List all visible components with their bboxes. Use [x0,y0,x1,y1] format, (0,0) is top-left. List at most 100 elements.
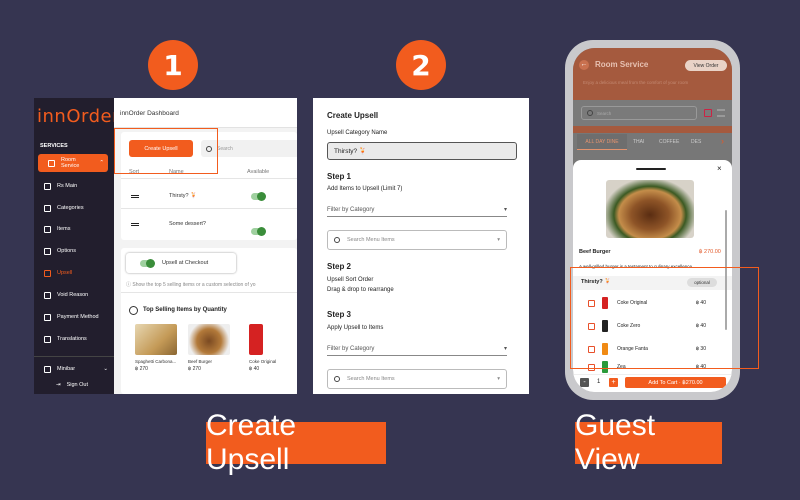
chevron-down-icon: ▾ [503,346,507,352]
translate-icon [44,335,51,343]
sidebar-item-items[interactable]: Items [34,220,114,238]
page-title: innOrder Dashboard [114,98,297,128]
search-placeholder: Search Menu Items [347,376,395,382]
form-title: Create Upsell [327,111,379,120]
step-1-heading: Step 1 [327,172,352,181]
increase-quantity-button[interactable]: + [609,378,618,387]
options-icon [44,247,51,255]
tab-thai[interactable]: THAI [633,139,644,145]
item-price: ฿ 40 [249,366,260,372]
spaghetti-image [135,324,177,355]
chevron-down-icon: ▾ [497,237,500,243]
checkout-upsell-card: Upsell at Checkout ⓘ Show the top 5 sell… [121,248,297,394]
logo: innOrder [37,106,120,127]
search-menu-items-input[interactable]: Search Menu Items ▾ [327,230,507,250]
sidebar-item-label: Rs Main [57,183,78,189]
search-icon [334,237,340,243]
sidebar-item-options[interactable]: Options [34,242,114,260]
tab-all-day-dine[interactable]: ALL DAY DINE [577,134,627,150]
coke-image [249,324,263,355]
sidebar-item-label: Payment Method [57,314,99,320]
category-name-input[interactable]: Thirsty? 🍹 [327,142,517,160]
sheet-handle[interactable] [636,168,666,170]
sign-out-button[interactable]: ⇥ Sign Out [34,376,114,394]
user-icon [44,365,51,373]
sidebar-item-categories[interactable]: Categories [34,199,114,217]
sidebar-item-room-service[interactable]: Room Service ⌃ [38,154,108,172]
header-subtitle: Enjoy a delicious meal from the comfort … [583,80,689,85]
chevron-up-icon: ⌃ [99,160,104,166]
drag-handle-icon[interactable] [131,195,139,198]
item-name: Beef Burger [579,249,611,255]
step-1-description: Add Items to Upsell (Limit 7) [327,186,403,192]
add-to-cart-button[interactable]: Add To Cart · ฿270.00 [625,377,726,388]
toggle-icon [44,182,51,190]
sidebar-item-label: Options [57,248,76,254]
available-toggle[interactable] [251,192,266,201]
beef-burger-image [606,180,694,238]
search-placeholder: Search [597,110,612,116]
step-one-number: 1 [163,48,183,82]
chevron-right-icon[interactable]: › [721,136,724,146]
list-icon [44,225,51,233]
tab-coffee[interactable]: COFFEE [659,139,679,145]
close-icon[interactable]: × [717,164,722,173]
filter-category-select[interactable]: Filter by Category ▾ [327,203,507,217]
sidebar-item-label: Void Reason [57,292,89,298]
sidebar-divider [34,356,114,357]
highlight-box [114,128,218,174]
quantity-value: 1 [597,379,601,385]
step-3-heading: Step 3 [327,310,352,319]
chevron-down-icon: ▾ [503,207,507,213]
drag-handle-icon[interactable] [131,223,139,226]
sidebar-item-upsell[interactable]: Upsell [34,264,114,282]
table-divider [121,178,297,179]
sidebar-item-void-reason[interactable]: Void Reason [34,286,114,304]
step-two-badge: 2 [396,40,446,90]
sidebar-item-rs-main[interactable]: Rs Main [34,177,114,195]
step-2-hint: Drag & drop to rearrange [327,287,394,293]
table-divider [121,208,297,209]
sidebar-item-label: Translations [57,336,87,342]
burger-image [188,324,230,355]
header-title: Room Service [595,60,649,69]
top-selling-radio[interactable] [129,306,138,315]
sidebar: innOrder SERVICES Room Service ⌃ Rs Main … [34,98,120,394]
sidebar-item-translations[interactable]: Translations [34,330,114,348]
tab-desserts[interactable]: DES [691,139,701,145]
user-name: Minibar [57,366,76,372]
sidebar-item-payment-method[interactable]: Payment Method [34,308,114,326]
step-2-label: Upsell Sort Order [327,277,374,283]
search-icon [334,376,340,382]
grid-icon [44,204,51,212]
available-toggle[interactable] [251,227,266,236]
info-text: ⓘ Show the top 5 selling items or a cust… [126,281,297,288]
checkout-toggle[interactable] [140,258,155,268]
filter-category-select-2[interactable]: Filter by Category ▾ [327,342,507,356]
upsell-at-checkout-toggle[interactable]: Upsell at Checkout [126,253,236,273]
search-menu-items-input-2[interactable]: Search Menu Items ▾ [327,369,507,389]
top-selling-label: Top Selling Items by Quantity [143,307,227,313]
step-one-badge: 1 [148,40,198,90]
list-view-icon[interactable] [717,109,725,117]
item-name: Beef Burger [188,359,213,364]
upsell-icon [44,269,51,277]
step-2-heading: Step 2 [327,262,352,271]
filter-label: Filter by Category [327,345,375,352]
decrease-quantity-button[interactable]: - [580,378,589,387]
table-row-name: Some dessert? [169,221,206,227]
guest-view-banner: Guest View [575,409,722,476]
checkout-label: Upsell at Checkout [162,260,209,266]
view-order-button[interactable]: View Order [685,60,727,71]
back-arrow-icon[interactable]: ← [579,60,589,70]
sidebar-item-label: Upsell [57,270,73,276]
menu-search-input[interactable]: Search [581,106,697,120]
room-service-icon [48,159,55,167]
divider [121,292,297,293]
card-icon [44,313,51,321]
sidebar-item-label: Categories [57,205,84,211]
search-icon [587,110,593,116]
info-text-content: Show the top 5 selling items or a custom… [132,282,256,288]
grid-view-icon[interactable] [704,109,712,117]
sign-out-label: Sign Out [66,382,89,388]
